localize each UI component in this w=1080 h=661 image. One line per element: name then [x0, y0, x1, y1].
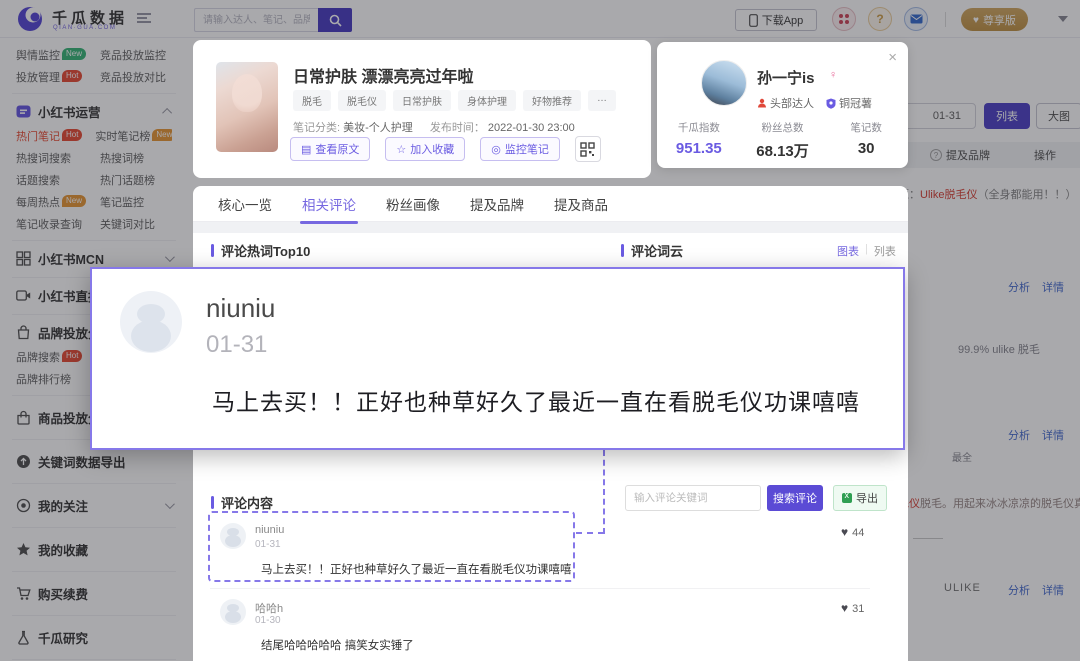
comment-row[interactable]: 哈哈h 01-30 结尾哈哈哈哈哈 搞笑女实锤了 — [220, 599, 860, 651]
note-tag[interactable]: 脱毛仪 — [338, 90, 386, 111]
comment-text-large: 马上去买！！正好也种草好久了最近一直在看脱毛仪功课嘻嘻 — [212, 383, 860, 417]
shield-icon — [826, 98, 836, 109]
monitor-note-button[interactable]: ◎监控笔记 — [480, 137, 560, 161]
top-influencer-badge: 头部达人 — [757, 95, 814, 111]
heart-icon — [841, 603, 852, 615]
note-meta: 笔记分类: 美妆-个人护理 发布时间： 2022-01-30 23:00 — [293, 119, 589, 135]
influencer-stats: 千瓜指数 951.35 粉丝总数 68.13万 笔记数 30 — [657, 120, 908, 161]
influencer-name[interactable]: 孙一宁is — [757, 67, 815, 88]
note-title: 日常护肤 漂漂亮亮过年啦 — [293, 63, 473, 87]
list-toggle[interactable]: 列表 — [874, 243, 896, 259]
note-tag[interactable]: 好物推荐 — [523, 90, 581, 111]
commenter-avatar — [220, 599, 246, 625]
category-value: 美妆-个人护理 — [343, 122, 413, 134]
bronze-crown-badge: 铜冠薯 — [826, 95, 872, 111]
comment-divider — [210, 588, 870, 589]
comment-likes: 44 — [841, 525, 864, 539]
note-tag[interactable]: 脱毛 — [293, 90, 331, 111]
comment-text: 结尾哈哈哈哈哈 搞笑女实锤了 — [261, 637, 414, 653]
export-button[interactable]: 导出 — [833, 485, 887, 511]
category-label: 笔记分类: — [293, 122, 340, 134]
influencer-avatar[interactable] — [701, 60, 747, 106]
tab-related-comments[interactable]: 相关评论 — [302, 194, 356, 214]
influencer-card: × 孙一宁is 头部达人 铜冠薯 千瓜指数 951.35 粉丝总数 68.13万 — [657, 42, 908, 168]
comment-likes: 31 — [841, 601, 864, 615]
stat-note-count: 笔记数 30 — [824, 120, 908, 161]
comment-content-section-title: 评论内容 — [211, 493, 273, 512]
monitor-icon: ◎ — [491, 143, 501, 156]
heart-icon — [841, 527, 852, 539]
cloud-view-toggle: 图表 | 列表 — [837, 243, 896, 259]
stat-total-fans: 粉丝总数 68.13万 — [741, 120, 825, 161]
stat-qiangua-index: 千瓜指数 951.35 — [657, 120, 741, 161]
qiangua-dashboard: 千瓜数据 QIAN·GUA.COM 下载App ? — [0, 0, 1080, 661]
note-tags: 脱毛 脱毛仪 日常护肤 身体护理 好物推荐 … — [293, 90, 616, 111]
comment-highlight-box — [208, 511, 575, 582]
female-gender-icon — [829, 69, 837, 81]
tab-mentioned-brands[interactable]: 提及品牌 — [470, 194, 524, 214]
view-original-button[interactable]: ▤查看原文 — [290, 137, 370, 161]
zoom-connector-horizontal — [576, 532, 604, 534]
close-icon[interactable]: × — [888, 49, 897, 66]
search-comments-button[interactable]: 搜索评论 — [767, 485, 823, 511]
note-info-card: 日常护肤 漂漂亮亮过年啦 脱毛 脱毛仪 日常护肤 身体护理 好物推荐 … 笔记分… — [193, 40, 651, 178]
publish-time-label: 发布时间： — [430, 122, 485, 134]
excel-icon — [842, 493, 852, 503]
commenter-name: 哈哈h — [255, 600, 283, 616]
comment-keyword-input[interactable] — [625, 485, 761, 511]
tab-mentioned-products[interactable]: 提及商品 — [554, 194, 608, 214]
commenter-name-large: niuniu — [206, 293, 275, 324]
comment-date: 01-30 — [255, 615, 281, 626]
hot-words-section-title: 评论热词Top10 — [211, 241, 310, 260]
person-badge-icon — [757, 98, 767, 108]
more-tags-ellipsis[interactable]: … — [588, 90, 616, 111]
detail-tabs: 核心一览 相关评论 粉丝画像 提及品牌 提及商品 — [193, 186, 908, 222]
qr-code-button[interactable] — [575, 136, 601, 162]
tab-core-overview[interactable]: 核心一览 — [218, 194, 272, 214]
publish-time-value: 2022-01-30 23:00 — [488, 122, 575, 134]
qr-code-icon — [580, 142, 595, 157]
chart-toggle[interactable]: 图表 — [837, 243, 859, 259]
comment-date-large: 01-31 — [206, 331, 267, 359]
add-favorite-button[interactable]: ☆加入收藏 — [385, 137, 465, 161]
zoom-connector-vertical — [603, 450, 605, 534]
section-separator — [193, 222, 908, 233]
word-cloud-section-title: 评论词云 — [621, 241, 683, 260]
star-outline-icon: ☆ — [396, 143, 406, 156]
book-icon: ▤ — [301, 143, 311, 156]
commenter-avatar-large — [120, 291, 182, 353]
note-tag[interactable]: 身体护理 — [458, 90, 516, 111]
comment-zoom-overlay: niuniu 01-31 马上去买！！正好也种草好久了最近一直在看脱毛仪功课嘻嘻 — [90, 267, 905, 450]
note-thumbnail[interactable] — [216, 62, 278, 152]
tab-fan-portrait[interactable]: 粉丝画像 — [386, 194, 440, 214]
note-tag[interactable]: 日常护肤 — [393, 90, 451, 111]
